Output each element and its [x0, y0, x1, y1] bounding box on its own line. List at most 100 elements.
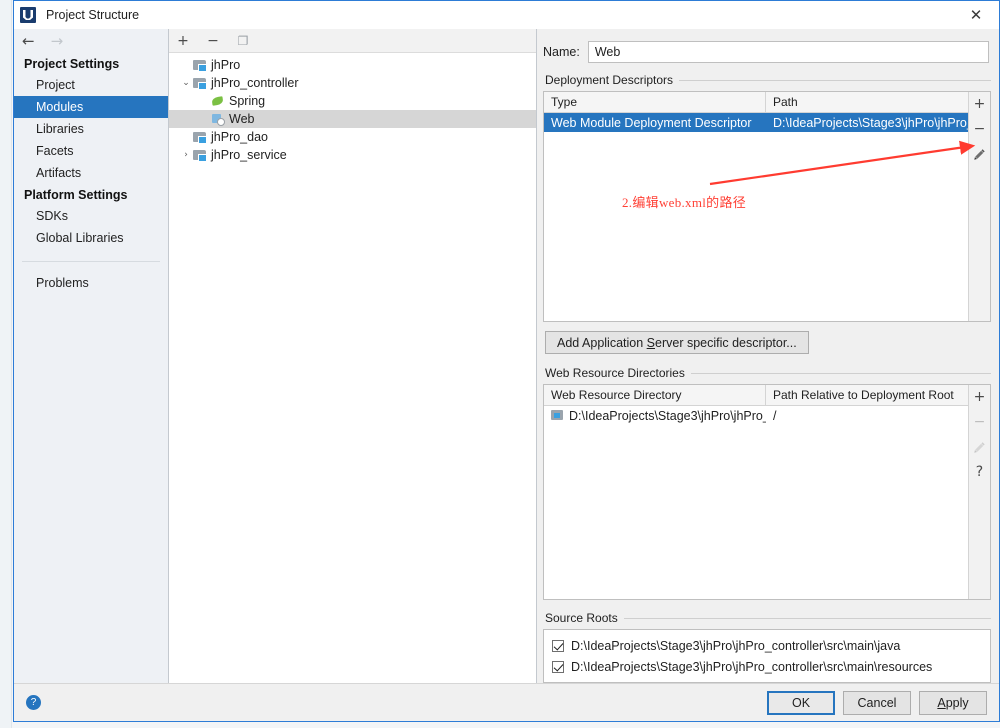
column-header-relative-path[interactable]: Path Relative to Deployment Root [766, 385, 968, 405]
project-structure-dialog: Project Structure ✕ ← → Project Settings… [13, 0, 1000, 722]
table-header: Type Path [544, 92, 968, 113]
column-header-path[interactable]: Path [766, 92, 968, 112]
sidebar-item-global-libraries[interactable]: Global Libraries [14, 227, 168, 249]
add-descriptor-button[interactable]: + [971, 95, 989, 113]
web-icon [211, 113, 225, 126]
source-root-checkbox[interactable] [552, 660, 564, 673]
sidebar-item-libraries[interactable]: Libraries [14, 118, 168, 140]
tree-node-label: jhPro_controller [211, 76, 299, 90]
facet-settings-panel: Name: Deployment Descriptors Type Path W… [537, 29, 999, 683]
module-icon [193, 131, 207, 144]
tree-node-jhpro-dao[interactable]: jhPro_dao [169, 128, 536, 146]
edit-web-resource-button [971, 438, 989, 456]
source-roots-section-label: Source Roots [545, 611, 991, 625]
dialog-titlebar: Project Structure ✕ [14, 1, 999, 29]
column-header-web-resource-directory[interactable]: Web Resource Directory [544, 385, 766, 406]
intellij-idea-icon [20, 7, 36, 23]
add-server-descriptor-row: Add Application Server specific descript… [545, 331, 991, 355]
cell-path: D:\IdeaProjects\Stage3\jhPro\jhPro_contr… [773, 115, 968, 130]
back-arrow-icon[interactable]: ← [22, 33, 35, 49]
btn-suffix: erver specific descriptor... [655, 335, 797, 350]
web-resource-directories-toolbar: + − ? [968, 385, 990, 599]
cell-web-resource-directory: D:\IdeaProjects\Stage3\jhPro\jhPro_co... [544, 409, 766, 423]
close-icon[interactable]: ✕ [953, 1, 999, 29]
sidebar-item-facets[interactable]: Facets [14, 140, 168, 162]
spring-icon [211, 95, 225, 107]
add-module-icon[interactable]: + [175, 33, 191, 49]
sidebar-group-platform-settings: Platform Settings [24, 188, 128, 202]
tree-node-spring[interactable]: Spring [169, 92, 536, 110]
source-root-path: D:\IdeaProjects\Stage3\jhPro\jhPro_contr… [571, 659, 933, 674]
folder-icon [551, 409, 564, 421]
remove-web-resource-button: − [973, 414, 986, 431]
deployment-descriptors-section-label: Deployment Descriptors [545, 73, 991, 87]
sidebar-item-artifacts[interactable]: Artifacts [14, 162, 168, 184]
section-title: Source Roots [545, 611, 618, 625]
tree-node-web[interactable]: Web [169, 110, 536, 128]
tree-node-jhpro-controller[interactable]: ⌄ jhPro_controller [169, 74, 536, 92]
source-roots-list: D:\IdeaProjects\Stage3\jhPro\jhPro_contr… [543, 629, 991, 683]
section-rule [690, 372, 991, 374]
tree-node-jhpro-service[interactable]: › jhPro_service [169, 146, 536, 164]
apply-accel: A [937, 695, 946, 710]
section-title: Deployment Descriptors [545, 73, 674, 87]
module-icon [193, 59, 207, 72]
name-input[interactable] [587, 41, 989, 63]
modules-tree-panel: + − ❐ jhPro ⌄ jhPro_controller Spring We… [169, 29, 537, 683]
chevron-down-icon[interactable]: ⌄ [179, 78, 193, 88]
ok-button[interactable]: OK [767, 690, 835, 715]
section-rule [679, 79, 991, 81]
sidebar-item-modules[interactable]: Modules [14, 96, 168, 118]
remove-descriptor-button[interactable]: − [971, 120, 989, 138]
list-item[interactable]: D:\IdeaProjects\Stage3\jhPro\jhPro_contr… [544, 656, 990, 677]
apply-suffix: pply [945, 695, 969, 710]
name-label: Name: [543, 45, 580, 59]
module-icon [193, 77, 207, 90]
sidebar-item-sdks[interactable]: SDKs [14, 205, 168, 227]
deployment-descriptors-table: Type Path Web Module Deployment Descript… [544, 92, 968, 322]
add-web-resource-button[interactable]: + [971, 388, 989, 406]
facet-name-row: Name: [543, 41, 989, 63]
modules-tree: jhPro ⌄ jhPro_controller Spring Web jhPr… [169, 53, 536, 683]
tree-node-label: Web [229, 112, 255, 126]
deployment-descriptors-table-wrap: Type Path Web Module Deployment Descript… [543, 91, 991, 323]
help-web-resource-button[interactable]: ? [971, 463, 989, 481]
sidebar-divider [22, 261, 160, 262]
web-resource-directories-table-wrap: Web Resource Directory Path Relative to … [543, 384, 991, 600]
web-resource-directories-table: Web Resource Directory Path Relative to … [544, 385, 968, 599]
edit-descriptor-button[interactable] [971, 145, 989, 163]
cell-directory-text: D:\IdeaProjects\Stage3\jhPro\jhPro_co... [569, 408, 766, 423]
table-row[interactable]: Web Module Deployment Descriptor D:\Idea… [544, 113, 968, 132]
tree-node-label: jhPro [211, 58, 241, 72]
table-row[interactable]: D:\IdeaProjects\Stage3\jhPro\jhPro_co...… [544, 406, 968, 425]
settings-sidebar: ← → Project Settings Project Modules Lib… [14, 29, 169, 683]
sidebar-item-project[interactable]: Project [14, 74, 168, 96]
section-rule [623, 617, 991, 619]
help-icon[interactable]: ? [26, 695, 41, 710]
sidebar-history-buttons: ← → [14, 29, 168, 53]
source-root-checkbox[interactable] [552, 639, 564, 652]
section-title: Web Resource Directories [545, 366, 685, 381]
tree-node-label: jhPro_service [211, 148, 287, 162]
sidebar-item-problems[interactable]: Problems [14, 272, 168, 294]
sidebar-group-project-settings: Project Settings [24, 57, 120, 71]
dialog-body: ← → Project Settings Project Modules Lib… [14, 29, 999, 683]
module-icon [193, 149, 207, 162]
forward-arrow-icon[interactable]: → [51, 33, 64, 49]
add-application-server-descriptor-button[interactable]: Add Application Server specific descript… [545, 331, 809, 355]
tree-node-jhpro[interactable]: jhPro [169, 56, 536, 74]
chevron-right-icon[interactable]: › [179, 150, 193, 160]
table-body: D:\IdeaProjects\Stage3\jhPro\jhPro_co...… [544, 406, 968, 599]
cell-type: Web Module Deployment Descriptor [551, 115, 752, 130]
copy-module-icon[interactable]: ❐ [235, 33, 251, 49]
dialog-title: Project Structure [46, 8, 140, 22]
cancel-button[interactable]: Cancel [843, 690, 911, 715]
list-item[interactable]: D:\IdeaProjects\Stage3\jhPro\jhPro_contr… [544, 635, 990, 656]
apply-button[interactable]: Apply [919, 690, 987, 715]
remove-module-icon[interactable]: − [205, 33, 221, 49]
column-header-type[interactable]: Type [544, 92, 766, 112]
btn-prefix: Add Application [557, 335, 647, 350]
cell-relative-path: / [773, 408, 777, 423]
tree-node-label: jhPro_dao [211, 130, 268, 144]
btn-accel: S [646, 335, 655, 350]
